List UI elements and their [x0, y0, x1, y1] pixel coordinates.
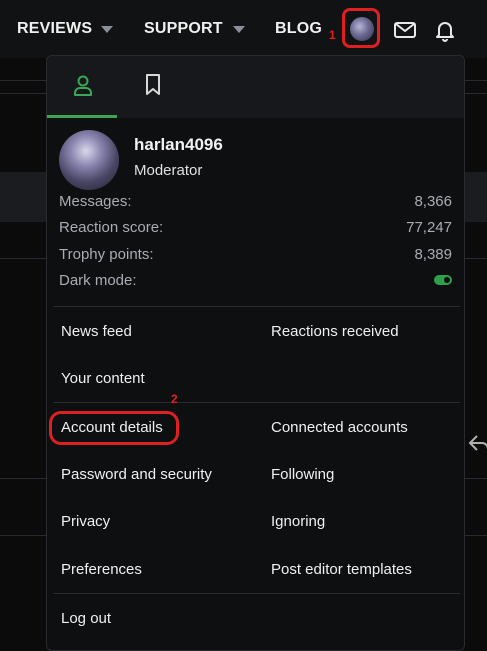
menu-password-security[interactable]: Password and security [61, 466, 212, 483]
stat-value-reaction-score: 77,247 [406, 219, 452, 236]
account-avatar-button[interactable] [342, 8, 380, 48]
menu-privacy[interactable]: Privacy [61, 513, 110, 530]
menu-post-editor-templates[interactable]: Post editor templates [271, 561, 412, 578]
nav-reviews[interactable]: REVIEWS [17, 20, 92, 38]
stat-label-trophy-points: Trophy points: [59, 246, 154, 263]
menu-reactions-received[interactable]: Reactions received [271, 323, 399, 340]
menu-following[interactable]: Following [271, 466, 334, 483]
annotation-1: 1 [329, 28, 336, 42]
stat-value-trophy-points: 8,389 [414, 246, 452, 263]
menu-log-out[interactable]: Log out [61, 610, 111, 627]
account-dropdown: harlan4096 Moderator Messages: 8,366 Rea… [46, 55, 465, 651]
menu-preferences[interactable]: Preferences [61, 561, 142, 578]
username[interactable]: harlan4096 [134, 135, 223, 155]
menu-your-content[interactable]: Your content [61, 370, 145, 387]
dropdown-tabs [47, 56, 464, 118]
support-caret-icon[interactable] [233, 26, 245, 33]
annotation-2: 2 [171, 392, 178, 406]
bookmark-icon [146, 74, 160, 95]
nav-support[interactable]: SUPPORT [144, 20, 223, 38]
menu-divider [53, 593, 460, 594]
stat-label-messages: Messages: [59, 193, 132, 210]
nav-blog[interactable]: BLOG [275, 20, 322, 38]
tab-bookmarks[interactable] [117, 56, 187, 118]
tab-profile[interactable] [47, 56, 117, 118]
menu-news-feed[interactable]: News feed [61, 323, 132, 340]
user-role: Moderator [134, 162, 203, 179]
bell-icon[interactable] [433, 18, 457, 42]
profile-avatar[interactable] [59, 130, 119, 190]
top-navigation: REVIEWS SUPPORT BLOG 1 [0, 0, 487, 58]
menu-connected-accounts[interactable]: Connected accounts [271, 419, 408, 436]
reply-icon[interactable] [468, 432, 487, 454]
stat-label-dark-mode: Dark mode: [59, 272, 137, 289]
envelope-icon[interactable] [393, 18, 417, 42]
reviews-caret-icon[interactable] [101, 26, 113, 33]
avatar [350, 17, 374, 41]
menu-account-details[interactable]: Account details [61, 419, 163, 436]
menu-divider [53, 306, 460, 307]
stat-label-reaction-score: Reaction score: [59, 219, 164, 236]
stat-value-messages: 8,366 [414, 193, 452, 210]
person-icon [74, 75, 92, 96]
menu-divider [53, 402, 460, 403]
menu-ignoring[interactable]: Ignoring [271, 513, 325, 530]
dark-mode-toggle[interactable] [434, 275, 452, 285]
